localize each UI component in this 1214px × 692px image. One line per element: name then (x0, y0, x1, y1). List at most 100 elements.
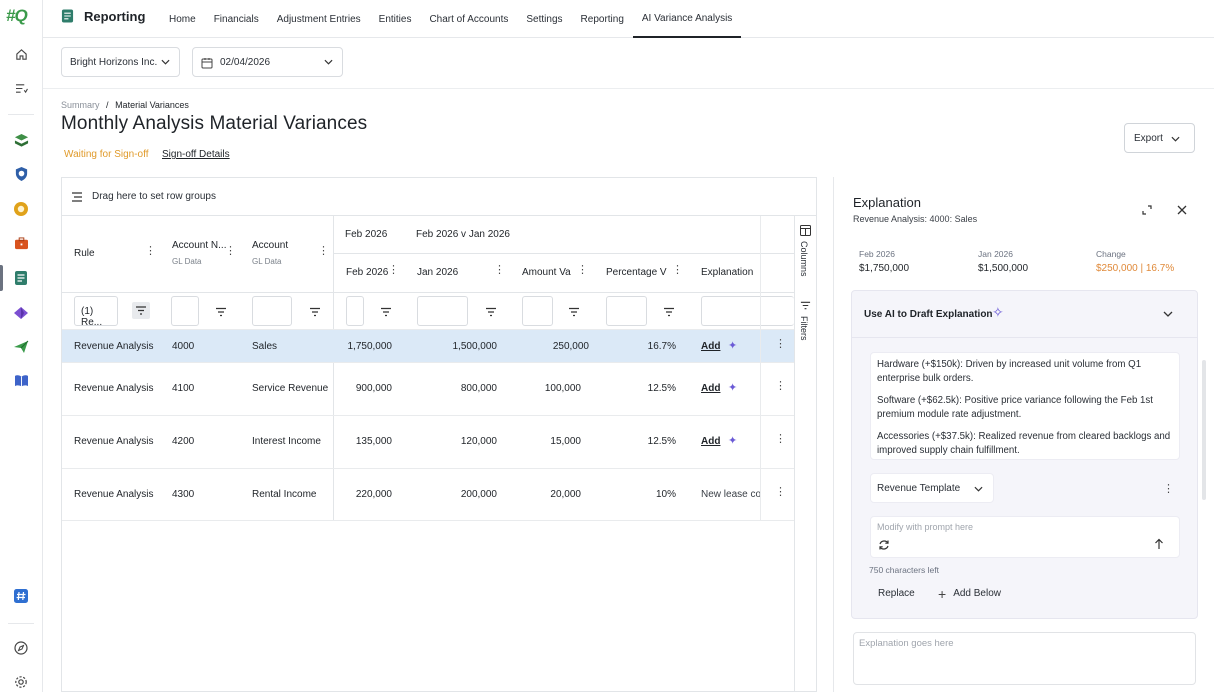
percentage-filter-input[interactable] (606, 296, 647, 326)
column-menu-icon[interactable]: ⋮ (494, 265, 505, 276)
shield-icon[interactable] (12, 165, 30, 183)
stack-icon[interactable] (12, 131, 30, 149)
filters-tab[interactable]: Filters (799, 316, 809, 341)
row-groups-drop-zone[interactable]: Drag here to set row groups (62, 178, 816, 216)
cell-explanation[interactable]: New lease co (701, 489, 761, 500)
filter-icon[interactable] (568, 307, 580, 317)
breadcrumb-current: Material Variances (115, 100, 189, 110)
breadcrumb-summary[interactable]: Summary (61, 100, 100, 110)
account-filter-input[interactable] (252, 296, 292, 326)
book-icon[interactable] (12, 371, 30, 389)
columns-icon[interactable] (800, 225, 811, 236)
briefcase-icon[interactable] (12, 234, 30, 252)
add-explanation-link[interactable]: Add (701, 383, 720, 394)
nav-financials[interactable]: Financials (205, 0, 268, 38)
amount-filter-input[interactable] (522, 296, 553, 326)
table-row[interactable]: Revenue Analysis 4200 Interest Income 13… (62, 415, 794, 468)
column-menu-icon[interactable]: ⋮ (672, 265, 683, 276)
col-header-account[interactable]: Account (252, 240, 288, 251)
replace-button[interactable]: Replace (878, 588, 915, 599)
kpi-label-jan: Jan 2026 (978, 249, 1013, 259)
cell-feb: 900,000 (355, 383, 392, 394)
ai-sparkle-icon[interactable]: ✦ (728, 339, 737, 352)
ai-sparkle-icon[interactable]: ✦ (728, 434, 737, 447)
ai-sparkle-icon[interactable]: ✦ (728, 381, 737, 394)
rule-filter-input[interactable]: (1) Re... (74, 296, 118, 328)
nav-reporting[interactable]: Reporting (572, 0, 633, 38)
explanation-filter-input[interactable] (701, 296, 794, 326)
cell-account-no: 4000 (172, 341, 195, 352)
header-divider (333, 292, 794, 293)
column-menu-icon[interactable]: ⋮ (225, 246, 236, 257)
add-explanation-link[interactable]: Add (701, 436, 720, 447)
hash-icon[interactable] (12, 587, 30, 605)
nav-chart-of-accounts[interactable]: Chart of Accounts (420, 0, 517, 38)
column-menu-icon[interactable]: ⋮ (577, 265, 588, 276)
expand-icon[interactable] (1142, 205, 1152, 215)
filter-icon[interactable] (663, 307, 675, 317)
prompt-input[interactable] (877, 522, 1157, 532)
col-header-rule[interactable]: Rule (74, 248, 95, 259)
add-below-button[interactable]: + Add Below (938, 585, 1001, 602)
rule-filter-active-icon[interactable] (132, 302, 150, 319)
panel-scrollbar[interactable] (1202, 360, 1206, 500)
filter-icon[interactable] (380, 307, 392, 317)
nav-entities[interactable]: Entities (370, 0, 421, 38)
close-icon[interactable] (1177, 205, 1187, 215)
table-row[interactable]: Revenue Analysis 4300 Rental Income 220,… (62, 468, 794, 521)
export-button[interactable]: Export (1124, 123, 1195, 153)
row-menu-icon[interactable]: ⋮ (775, 434, 786, 445)
filter-icon[interactable] (485, 307, 497, 317)
header-divider (62, 292, 333, 293)
column-menu-icon[interactable]: ⋮ (318, 246, 329, 257)
template-select[interactable]: Revenue Template (870, 473, 994, 503)
cell-percentage: 12.5% (647, 383, 676, 394)
send-icon[interactable] (12, 338, 30, 356)
feb-filter-input[interactable] (346, 296, 364, 326)
filter-icon[interactable] (215, 307, 227, 317)
col-header-explanation[interactable]: Explanation (701, 267, 753, 278)
col-header-account-no[interactable]: Account N... (172, 240, 226, 251)
ai-draft-header[interactable]: Use AI to Draft Explanation ✧ (852, 291, 1197, 338)
kpi-label-feb: Feb 2026 (859, 249, 895, 259)
tasks-icon[interactable] (12, 79, 30, 97)
add-explanation-link[interactable]: Add (701, 341, 720, 352)
column-menu-icon[interactable]: ⋮ (145, 246, 156, 257)
page-title: Monthly Analysis Material Variances (61, 113, 368, 134)
col-header-percentage-variance[interactable]: Percentage V (606, 267, 667, 278)
table-row[interactable]: Revenue Analysis 4000 Sales 1,750,000 1,… (62, 329, 794, 362)
diamond-icon[interactable] (12, 304, 30, 322)
row-menu-icon[interactable]: ⋮ (775, 339, 786, 350)
col-header-amount-variance[interactable]: Amount Va (522, 267, 571, 278)
table-row[interactable]: Revenue Analysis 4100 Service Revenue 90… (62, 362, 794, 415)
column-menu-icon[interactable]: ⋮ (388, 265, 399, 276)
account-no-filter-input[interactable] (171, 296, 199, 326)
explanation-textarea[interactable] (859, 638, 1189, 678)
home-icon[interactable] (12, 45, 30, 63)
send-prompt-icon[interactable] (1154, 538, 1164, 550)
plus-icon: + (938, 585, 947, 602)
chevron-down-icon[interactable] (1163, 311, 1173, 317)
nav-adjustment-entries[interactable]: Adjustment Entries (268, 0, 370, 38)
date-select[interactable]: 02/04/2026 (192, 47, 343, 77)
compass-icon[interactable] (12, 639, 30, 657)
filter-icon[interactable] (309, 307, 321, 317)
app-logo[interactable]: #Q (6, 6, 28, 26)
nav-ai-variance-analysis[interactable]: AI Variance Analysis (632, 0, 742, 38)
col-header-feb-2026[interactable]: Feb 2026 (346, 267, 388, 278)
row-menu-icon[interactable]: ⋮ (775, 381, 786, 392)
filters-icon[interactable] (800, 301, 811, 310)
regenerate-icon[interactable] (878, 539, 890, 551)
coin-icon[interactable] (12, 200, 30, 218)
nav-home[interactable]: Home (160, 0, 205, 38)
signoff-details-link[interactable]: Sign-off Details (162, 149, 230, 160)
settings-icon[interactable] (12, 673, 30, 691)
jan-filter-input[interactable] (417, 296, 468, 326)
nav-settings[interactable]: Settings (517, 0, 571, 38)
entity-select[interactable]: Bright Horizons Inc. (61, 47, 180, 77)
col-header-jan-2026[interactable]: Jan 2026 (417, 267, 458, 278)
reporting-icon[interactable] (12, 269, 30, 287)
template-menu-icon[interactable]: ⋮ (1163, 484, 1174, 495)
row-menu-icon[interactable]: ⋮ (775, 487, 786, 498)
columns-tab[interactable]: Columns (799, 241, 809, 277)
